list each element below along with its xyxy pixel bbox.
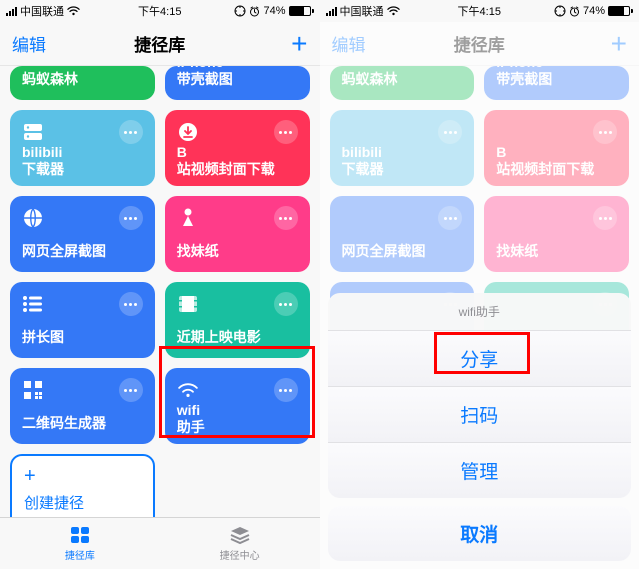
tile-qr-generator[interactable]: 二维码生成器 — [10, 368, 155, 444]
more-icon[interactable] — [274, 292, 298, 316]
film-icon — [177, 293, 199, 315]
tile-label: B 站视频封面下载 — [177, 144, 298, 178]
tile-label: wifi 助手 — [177, 402, 298, 436]
stack-icon — [228, 525, 252, 545]
sheet-cancel-group: 取消 — [328, 506, 632, 561]
more-icon[interactable] — [274, 206, 298, 230]
tile-label: 网页全屏截图 — [22, 243, 143, 260]
sheet-cancel[interactable]: 取消 — [328, 506, 632, 561]
plus-icon: + — [24, 466, 141, 486]
tile-label: 拼长图 — [22, 329, 143, 346]
tab-label: 捷径库 — [65, 547, 95, 562]
nav-bar: 编辑 捷径库 + — [0, 22, 320, 66]
sheet-options: wifi助手 分享 扫码 管理 — [328, 293, 632, 498]
sheet-manage[interactable]: 管理 — [328, 443, 632, 498]
more-icon[interactable] — [274, 378, 298, 402]
battery-icon — [289, 6, 314, 16]
globe-icon — [22, 207, 44, 229]
tile-recent-movies[interactable]: 近期上映电影 — [165, 282, 310, 358]
download-icon — [177, 121, 199, 143]
tile-webpage-screenshot[interactable]: 网页全屏截图 — [10, 196, 155, 272]
more-icon[interactable] — [119, 206, 143, 230]
tile-label: 找妹纸 — [177, 243, 298, 260]
sheet-title: wifi助手 — [328, 293, 632, 331]
list-icon — [22, 293, 44, 315]
more-icon[interactable] — [274, 120, 298, 144]
edit-button[interactable]: 编辑 — [12, 31, 46, 56]
clock-label: 下午4:15 — [320, 3, 639, 19]
tile-label: iPhone 带壳截图 — [177, 66, 298, 88]
qr-icon — [22, 379, 44, 401]
clock-label: 下午4:15 — [0, 3, 320, 19]
tile-stitch-long[interactable]: 拼长图 — [10, 282, 155, 358]
more-icon[interactable] — [119, 292, 143, 316]
create-shortcut-tile[interactable]: + 创建捷径 — [10, 454, 155, 517]
person-icon — [177, 207, 199, 229]
tile-find-girl[interactable]: 找妹纸 — [165, 196, 310, 272]
create-label: 创建捷径 — [24, 492, 141, 513]
status-bar: 中国联通 下午4:15 74% — [320, 0, 639, 22]
tile-label: bilibili 下载器 — [22, 144, 143, 178]
tab-center[interactable]: 捷径中心 — [160, 518, 320, 569]
left-screen: 中国联通 下午4:15 74% 编辑 捷径库 + 蚂蚁森林 — [0, 0, 320, 569]
tile-ant-forest[interactable]: 蚂蚁森林 — [10, 66, 155, 100]
tile-bilibili-downloader[interactable]: bilibili 下载器 — [10, 110, 155, 186]
page-title: 捷径库 — [0, 31, 320, 56]
tab-library[interactable]: 捷径库 — [0, 518, 160, 569]
battery-icon — [608, 6, 633, 16]
action-sheet: wifi助手 分享 扫码 管理 取消 — [328, 293, 632, 561]
sheet-share[interactable]: 分享 — [328, 331, 632, 387]
status-bar: 中国联通 下午4:15 74% — [0, 0, 320, 22]
add-button[interactable]: + — [291, 30, 307, 58]
shortcut-grid: 蚂蚁森林 iPhone 带壳截图 bilibili 下载器 — [0, 66, 320, 517]
grid-icon — [68, 525, 92, 545]
tile-label: 近期上映电影 — [177, 329, 298, 346]
right-screen: 中国联通 下午4:15 74% 编辑 捷径库 + 蚂蚁森林 iPhone 带壳截… — [320, 0, 639, 569]
more-icon[interactable] — [119, 120, 143, 144]
tile-bili-cover[interactable]: B 站视频封面下载 — [165, 110, 310, 186]
tile-label: 蚂蚁森林 — [22, 71, 143, 88]
wifi-icon — [177, 379, 199, 401]
tile-label: 二维码生成器 — [22, 415, 143, 432]
tab-bar: 捷径库 捷径中心 — [0, 517, 320, 569]
sheet-scan[interactable]: 扫码 — [328, 387, 632, 443]
tab-label: 捷径中心 — [220, 547, 260, 562]
tile-wifi-helper[interactable]: wifi 助手 — [165, 368, 310, 444]
more-icon[interactable] — [119, 378, 143, 402]
tile-iphone-frame[interactable]: iPhone 带壳截图 — [165, 66, 310, 100]
server-icon — [22, 121, 44, 143]
